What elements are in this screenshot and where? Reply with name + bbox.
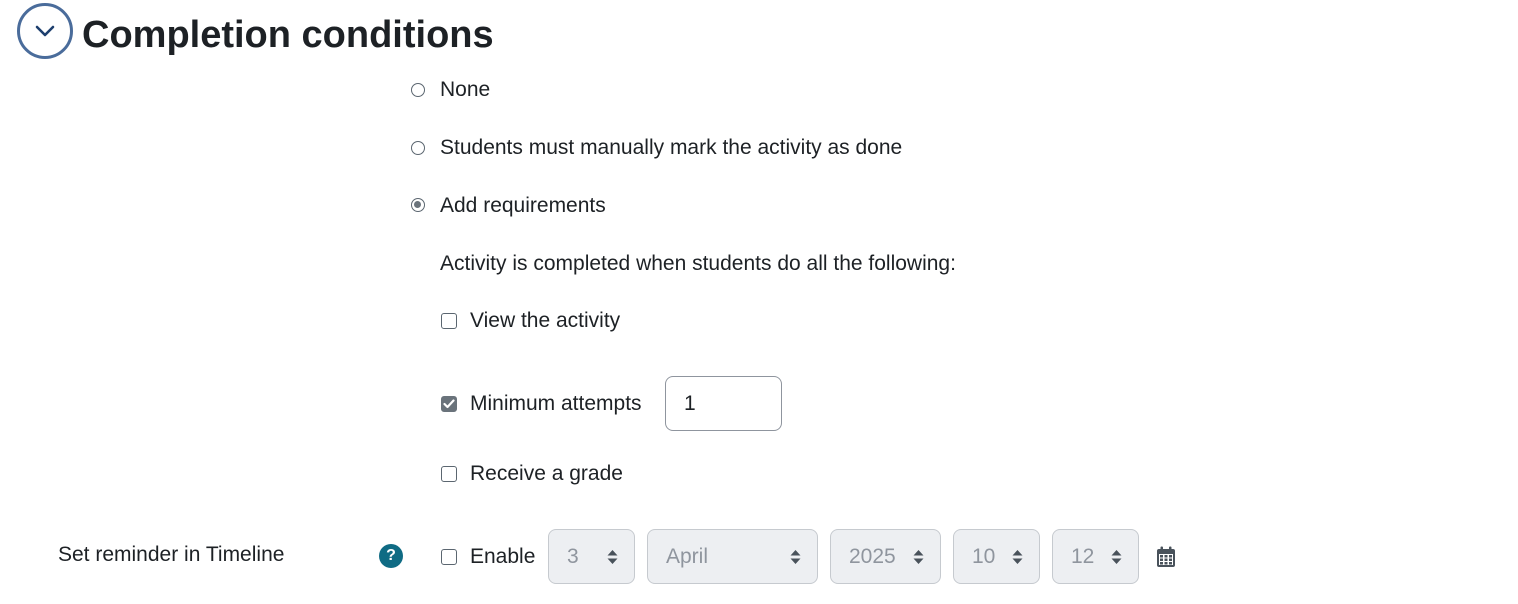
day-value: 3: [567, 545, 579, 568]
chevron-down-icon: [35, 25, 55, 37]
sort-arrows-icon: [913, 550, 924, 564]
radio-none[interactable]: [411, 83, 425, 97]
radio-add-requirements[interactable]: [411, 198, 425, 212]
day-select[interactable]: 3: [548, 529, 635, 584]
requirements-intro: Activity is completed when students do a…: [440, 252, 956, 275]
collapse-section-button[interactable]: [17, 3, 73, 59]
section-title: Completion conditions: [82, 14, 494, 56]
radio-none-label[interactable]: None: [440, 76, 490, 104]
receive-grade-label[interactable]: Receive a grade: [470, 460, 623, 488]
help-glyph: ?: [386, 547, 396, 564]
sort-arrows-icon: [790, 550, 801, 564]
reminder-label: Set reminder in Timeline: [58, 543, 285, 566]
minimum-attempts-checkbox[interactable]: [441, 396, 457, 412]
month-value: April: [666, 545, 709, 568]
month-select[interactable]: April: [647, 529, 818, 584]
minute-value: 12: [1071, 545, 1095, 568]
checkmark-icon: [443, 399, 455, 409]
minute-select[interactable]: 12: [1052, 529, 1139, 584]
receive-grade-checkbox[interactable]: [441, 466, 457, 482]
hour-select[interactable]: 10: [953, 529, 1040, 584]
radio-manual-label[interactable]: Students must manually mark the activity…: [440, 134, 902, 162]
view-activity-checkbox[interactable]: [441, 313, 457, 329]
radio-manual[interactable]: [411, 141, 425, 155]
minimum-attempts-input[interactable]: 1: [665, 376, 782, 431]
hour-value: 10: [972, 545, 996, 568]
calendar-icon[interactable]: [1156, 546, 1176, 568]
enable-reminder-label[interactable]: Enable: [470, 543, 535, 571]
sort-arrows-icon: [607, 550, 618, 564]
sort-arrows-icon: [1012, 550, 1023, 564]
question-circle-icon[interactable]: ?: [379, 544, 403, 568]
enable-reminder-checkbox[interactable]: [441, 549, 457, 565]
year-select[interactable]: 2025: [830, 529, 941, 584]
radio-add-requirements-label[interactable]: Add requirements: [440, 192, 606, 220]
sort-arrows-icon: [1111, 550, 1122, 564]
year-value: 2025: [849, 545, 896, 568]
view-activity-label[interactable]: View the activity: [470, 307, 620, 335]
minimum-attempts-label[interactable]: Minimum attempts: [470, 390, 642, 418]
